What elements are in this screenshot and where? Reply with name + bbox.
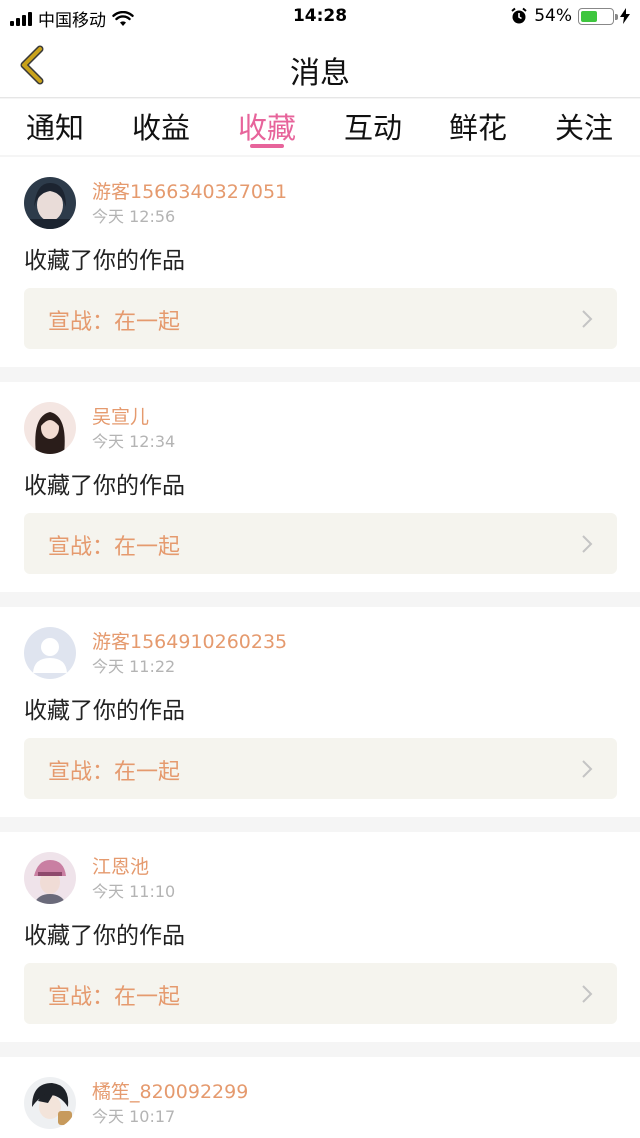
avatar-pink-hat-icon bbox=[24, 852, 76, 904]
avatar-girl-dark-icon bbox=[24, 177, 76, 229]
battery-icon bbox=[578, 7, 618, 25]
chevron-right-icon bbox=[582, 310, 593, 328]
work-link[interactable]: 宣战：在一起 bbox=[24, 963, 617, 1024]
avatar[interactable] bbox=[24, 1077, 76, 1129]
username[interactable]: 橘笙_820092299 bbox=[92, 1077, 248, 1104]
tab-following[interactable]: 关注 bbox=[544, 105, 624, 147]
username[interactable]: 游客1566340327051 bbox=[92, 177, 287, 204]
action-text: 收藏了你的作品 bbox=[24, 248, 185, 274]
message-card: 江恩池 今天 11:10 收藏了你的作品 宣战：在一起 bbox=[0, 832, 640, 1042]
action-text: 收藏了你的作品 bbox=[24, 698, 185, 724]
tab-favorites[interactable]: 收藏 bbox=[227, 105, 307, 147]
timestamp: 今天 11:10 bbox=[92, 882, 176, 901]
alarm-icon bbox=[511, 7, 527, 24]
tab-flowers[interactable]: 鲜花 bbox=[438, 105, 518, 147]
username[interactable]: 游客1564910260235 bbox=[92, 627, 287, 654]
work-link-label: 宣战：在一起 bbox=[48, 985, 181, 1010]
avatar-default-person-icon bbox=[24, 627, 76, 679]
tab-earnings[interactable]: 收益 bbox=[121, 105, 201, 147]
chevron-right-icon bbox=[582, 985, 593, 1003]
work-link[interactable]: 宣战：在一起 bbox=[24, 738, 617, 799]
avatar[interactable] bbox=[24, 627, 76, 679]
page-title: 消息 bbox=[290, 56, 350, 91]
tab-bar: 通知 收益 收藏 互动 鲜花 关注 bbox=[0, 99, 640, 155]
avatar[interactable] bbox=[24, 852, 76, 904]
message-card: 游客1566340327051 今天 12:56 收藏了你的作品 宣战：在一起 bbox=[0, 157, 640, 367]
avatar-anime-boy-icon bbox=[24, 1077, 76, 1129]
message-card: 吴宣儿 今天 12:34 收藏了你的作品 宣战：在一起 bbox=[0, 382, 640, 592]
timestamp: 今天 11:22 bbox=[92, 657, 176, 676]
work-link[interactable]: 宣战：在一起 bbox=[24, 513, 617, 574]
status-right: 54% bbox=[510, 6, 630, 26]
active-tab-indicator bbox=[250, 144, 284, 148]
work-link[interactable]: 宣战：在一起 bbox=[24, 288, 617, 349]
tab-interactions[interactable]: 互动 bbox=[333, 105, 413, 147]
tab-notifications[interactable]: 通知 bbox=[15, 105, 95, 147]
action-text: 收藏了你的作品 bbox=[24, 923, 185, 949]
status-bar: 中国移动 14:28 54% bbox=[0, 0, 640, 32]
nav-bar: 消息 bbox=[0, 32, 640, 98]
battery-percent: 54% bbox=[534, 6, 572, 26]
message-card: 游客1564910260235 今天 11:22 收藏了你的作品 宣战：在一起 bbox=[0, 607, 640, 817]
timestamp: 今天 12:56 bbox=[92, 207, 176, 226]
battery-fill bbox=[581, 10, 598, 22]
timestamp: 今天 10:17 bbox=[92, 1107, 176, 1126]
action-text: 收藏了你的作品 bbox=[24, 473, 185, 499]
work-link-label: 宣战：在一起 bbox=[48, 535, 181, 560]
work-link-label: 宣战：在一起 bbox=[48, 310, 181, 335]
chevron-right-icon bbox=[582, 535, 593, 553]
chevron-right-icon bbox=[582, 760, 593, 778]
work-link-label: 宣战：在一起 bbox=[48, 760, 181, 785]
avatar[interactable] bbox=[24, 402, 76, 454]
avatar[interactable] bbox=[24, 177, 76, 229]
username[interactable]: 吴宣儿 bbox=[92, 402, 149, 429]
username[interactable]: 江恩池 bbox=[92, 852, 149, 879]
timestamp: 今天 12:34 bbox=[92, 432, 176, 451]
charging-icon bbox=[620, 8, 630, 24]
avatar-girl-longhair-icon bbox=[24, 402, 76, 454]
message-card: 橘笙_820092299 今天 10:17 bbox=[0, 1057, 640, 1138]
